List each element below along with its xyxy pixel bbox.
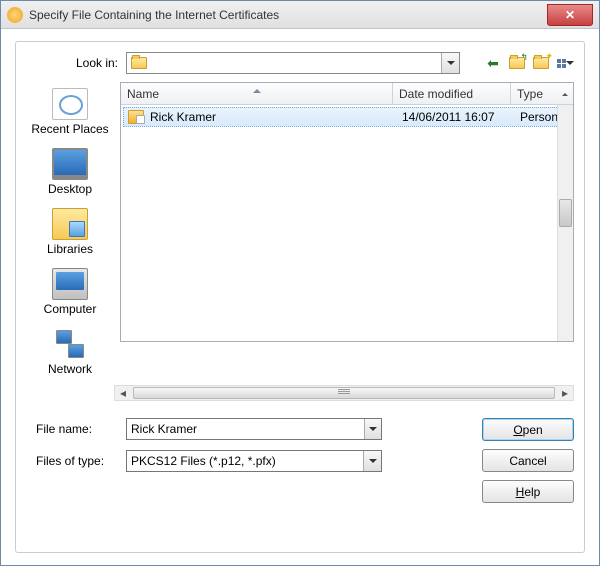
content-panel: Look in: ⬅ ↰ ✦ xyxy=(15,41,585,553)
filetype-label: Files of type: xyxy=(26,454,126,468)
column-name[interactable]: Name xyxy=(121,83,393,104)
place-computer[interactable]: Computer xyxy=(26,264,114,320)
cancel-button[interactable]: Cancel xyxy=(482,449,574,472)
nav-icons: ⬅ ↰ ✦ xyxy=(484,54,574,72)
horizontal-scrollbar[interactable]: ◂ ▸ xyxy=(114,385,574,401)
filetype-combo[interactable]: PKCS12 Files (*.p12, *.pfx) xyxy=(126,450,382,472)
sparkle-icon: ✦ xyxy=(545,51,553,62)
view-menu-button[interactable] xyxy=(556,54,574,72)
open-button[interactable]: Open xyxy=(482,418,574,441)
place-label: Computer xyxy=(44,302,97,316)
place-libraries[interactable]: Libraries xyxy=(26,204,114,260)
dropdown-arrow-icon[interactable] xyxy=(364,419,381,439)
places-bar: Recent Places Desktop Libraries Computer xyxy=(26,82,114,380)
hscroll-row: ◂ ▸ xyxy=(26,384,574,402)
file-list-body[interactable]: Rick Kramer 14/06/2011 16:07 Person xyxy=(121,105,573,341)
btn-text: pen xyxy=(523,423,543,437)
place-label: Desktop xyxy=(48,182,92,196)
file-name: Rick Kramer xyxy=(148,110,396,124)
up-one-level-button[interactable]: ↰ xyxy=(508,54,526,72)
place-label: Libraries xyxy=(47,242,93,256)
chevron-down-icon xyxy=(566,56,574,70)
dialog-body: Look in: ⬅ ↰ ✦ xyxy=(1,29,599,565)
place-desktop[interactable]: Desktop xyxy=(26,144,114,200)
dialog-window: Specify File Containing the Internet Cer… xyxy=(0,0,600,566)
file-row[interactable]: Rick Kramer 14/06/2011 16:07 Person xyxy=(123,107,559,127)
file-type: Person xyxy=(514,110,558,124)
column-date[interactable]: Date modified xyxy=(393,83,511,104)
dropdown-arrow-icon[interactable] xyxy=(363,451,381,471)
up-arrow-icon: ↰ xyxy=(520,52,528,63)
bottom-area: File name: Files of type: PKCS12 Files (… xyxy=(26,418,574,503)
column-scroll-button[interactable] xyxy=(557,83,573,104)
scroll-thumb[interactable] xyxy=(559,199,572,227)
title-text: Specify File Containing the Internet Cer… xyxy=(29,8,547,22)
app-icon xyxy=(7,7,23,23)
btn-text: elp xyxy=(524,485,540,499)
libraries-icon xyxy=(52,208,88,240)
bottom-left: File name: Files of type: PKCS12 Files (… xyxy=(26,418,456,503)
close-button[interactable]: ✕ xyxy=(547,4,593,26)
scroll-thumb[interactable] xyxy=(133,387,555,399)
filename-combo[interactable] xyxy=(126,418,382,440)
main-row: Recent Places Desktop Libraries Computer xyxy=(26,82,574,380)
vertical-scrollbar[interactable] xyxy=(557,105,573,341)
desktop-icon xyxy=(52,148,88,180)
lookin-label: Look in: xyxy=(26,56,126,70)
back-button[interactable]: ⬅ xyxy=(484,54,502,72)
filetype-value: PKCS12 Files (*.p12, *.pfx) xyxy=(127,451,363,471)
filename-label: File name: xyxy=(26,422,126,436)
scroll-left-icon[interactable]: ◂ xyxy=(115,386,131,400)
help-button[interactable]: Help xyxy=(482,480,574,503)
filename-row: File name: xyxy=(26,418,456,440)
lookin-dropdown[interactable] xyxy=(126,52,460,74)
place-label: Network xyxy=(48,362,92,376)
dropdown-arrow-icon[interactable] xyxy=(441,53,459,73)
button-column: Open Cancel Help xyxy=(482,418,574,503)
scroll-right-icon[interactable]: ▸ xyxy=(557,386,573,400)
file-list-header: Name Date modified Type xyxy=(121,83,573,105)
filetype-row: Files of type: PKCS12 Files (*.p12, *.pf… xyxy=(26,450,456,472)
network-icon xyxy=(52,328,88,360)
folder-icon xyxy=(131,57,147,69)
titlebar[interactable]: Specify File Containing the Internet Cer… xyxy=(1,1,599,29)
new-folder-button[interactable]: ✦ xyxy=(532,54,550,72)
certificate-file-icon xyxy=(128,110,144,124)
recent-places-icon xyxy=(52,88,88,120)
computer-icon xyxy=(52,268,88,300)
lookin-row: Look in: ⬅ ↰ ✦ xyxy=(26,52,574,74)
place-network[interactable]: Network xyxy=(26,324,114,380)
grip-icon xyxy=(338,389,350,397)
place-label: Recent Places xyxy=(31,122,108,136)
filename-input[interactable] xyxy=(127,419,364,439)
file-date: 14/06/2011 16:07 xyxy=(396,110,514,124)
place-recent[interactable]: Recent Places xyxy=(26,84,114,140)
view-grid-icon xyxy=(557,59,566,68)
column-type[interactable]: Type xyxy=(511,83,557,104)
file-list: Name Date modified Type Rick Kramer 14/0… xyxy=(120,82,574,342)
